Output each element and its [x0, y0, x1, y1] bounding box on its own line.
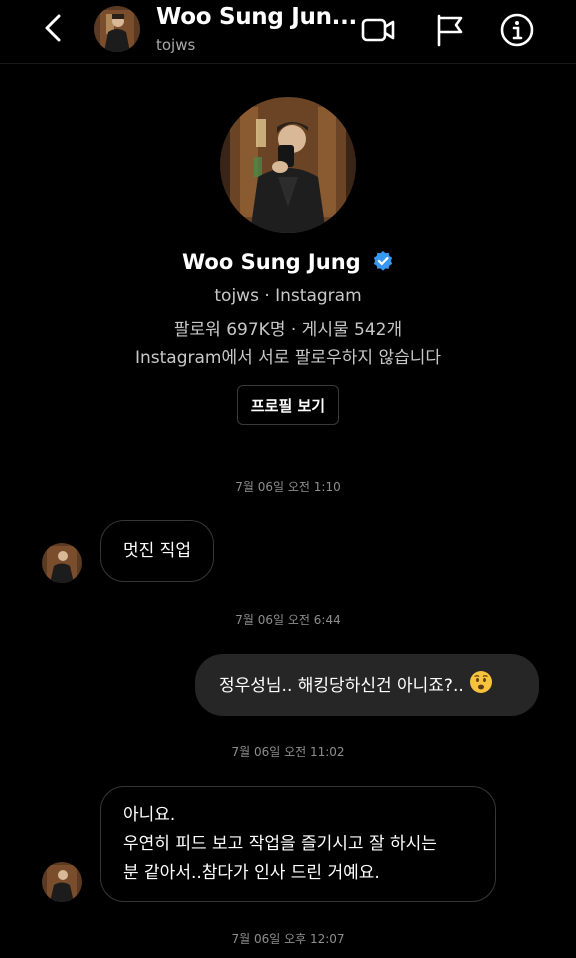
message-avatar[interactable]	[42, 543, 82, 583]
timestamp: 7월 06일 오전 1:10	[235, 480, 341, 494]
message-text: 정우성님.. 해킹당하신건 아니죠?..	[219, 676, 464, 696]
video-call-icon[interactable]	[360, 12, 396, 48]
chat-header: Woo Sung Jun... tojws	[0, 0, 576, 64]
header-name[interactable]: Woo Sung Jun...	[156, 4, 357, 30]
profile-stats: 팔로워 697K명 · 게시물 542개	[173, 320, 403, 340]
view-profile-button[interactable]: 프로필 보기	[237, 385, 339, 425]
profile-avatar[interactable]	[220, 97, 356, 233]
message-line: 분 같아서..참다가 인사 드린 거예요.	[123, 863, 380, 883]
outgoing-message[interactable]: 정우성님.. 해킹당하신건 아니죠?..	[195, 654, 539, 716]
header-username: tojws	[156, 36, 196, 54]
profile-mutual-status: Instagram에서 서로 팔로우하지 않습니다	[134, 348, 442, 368]
report-flag-icon[interactable]	[432, 12, 468, 48]
message-avatar[interactable]	[42, 862, 82, 902]
worried-face-emoji	[469, 670, 493, 699]
header-avatar[interactable]	[94, 6, 140, 52]
timestamp: 7월 06일 오전 6:44	[235, 613, 341, 627]
message-line: 아니요.	[123, 805, 176, 825]
profile-name: Woo Sung Jung	[181, 250, 361, 274]
profile-name-row: Woo Sung Jung	[0, 250, 576, 274]
message-text: 멋진 직업	[123, 541, 191, 561]
timestamp: 7월 06일 오후 12:07	[231, 932, 345, 946]
verified-badge-icon	[373, 250, 393, 271]
incoming-message[interactable]: 아니요. 우연히 피드 보고 작업을 즐기시고 잘 하시는 분 같아서..참다가…	[100, 786, 496, 902]
incoming-message[interactable]: 멋진 직업	[100, 520, 214, 582]
profile-subtitle: tojws · Instagram	[214, 286, 362, 306]
info-icon[interactable]	[499, 12, 535, 48]
message-line: 우연히 피드 보고 작업을 즐기시고 잘 하시는	[123, 834, 437, 854]
timestamp: 7월 06일 오전 11:02	[231, 745, 345, 759]
back-chevron-icon[interactable]	[38, 12, 70, 44]
